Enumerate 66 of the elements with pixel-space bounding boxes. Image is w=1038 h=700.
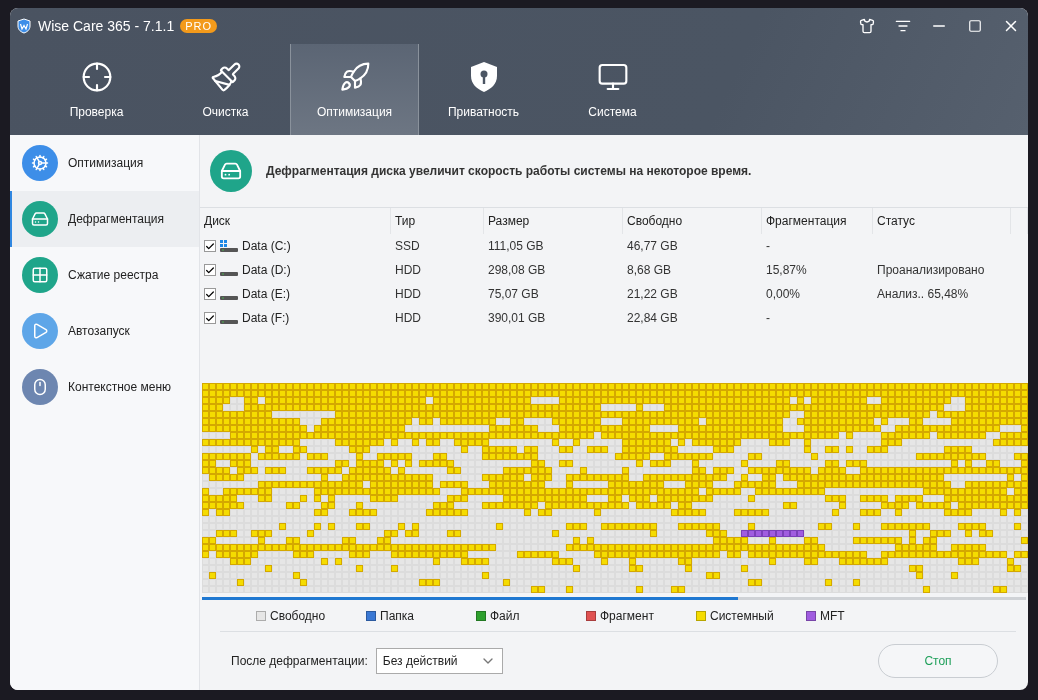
- sidebar-item[interactable]: Контекстное меню: [10, 359, 199, 415]
- brush-icon: [209, 60, 242, 93]
- legend-label: Папка: [380, 609, 414, 623]
- table-cell-text: 390,01 GB: [487, 310, 547, 327]
- column-header[interactable]: Тир: [391, 208, 484, 234]
- drive-icon: [210, 150, 252, 192]
- checkbox[interactable]: [204, 264, 216, 276]
- legend-label: Свободно: [270, 609, 326, 623]
- sidebar-item[interactable]: Сжатие реестра: [10, 247, 199, 303]
- checkbox[interactable]: [204, 312, 216, 324]
- drive-icon: [22, 201, 58, 237]
- legend-label: Фрагмент: [600, 609, 654, 623]
- column-header[interactable]: Размер: [484, 208, 623, 234]
- banner-text: Дефрагментация диска увеличит скорость работы системы на некоторое время.: [266, 164, 752, 178]
- table-cell: Data (C:): [242, 239, 291, 253]
- table-cell: Data (E:): [242, 287, 290, 301]
- checkbox[interactable]: [204, 240, 216, 252]
- table-cell: Data (D:): [242, 263, 291, 277]
- window-title: Wise Care 365 - 7.1.1: [38, 18, 175, 34]
- table-cell-text: Проанализировано: [876, 262, 986, 279]
- app-logo-icon: [16, 18, 32, 34]
- table-cell: Data (F:): [242, 311, 290, 325]
- column-header[interactable]: Фрагментация: [762, 208, 873, 234]
- shirt-icon[interactable]: [858, 17, 876, 35]
- nav-tab[interactable]: Приватность: [419, 44, 548, 135]
- table-cell-text: 15,87%: [765, 262, 808, 279]
- legend-label: MFT: [820, 609, 845, 623]
- play-icon: [22, 313, 58, 349]
- maximize-icon[interactable]: [966, 17, 984, 35]
- nav-tab[interactable]: Очистка: [161, 44, 290, 135]
- table-cell-text: HDD: [394, 286, 422, 303]
- checkbox[interactable]: [204, 288, 216, 300]
- sidebar-item[interactable]: Дефрагментация: [10, 191, 199, 247]
- gear-icon: [22, 145, 58, 181]
- nav-tab[interactable]: Проверка: [32, 44, 161, 135]
- shield-icon: [468, 60, 499, 93]
- table-cell-text: 22,84 GB: [626, 310, 679, 327]
- table-cell-text: SSD: [394, 238, 421, 255]
- table-cell-text: 75,07 GB: [487, 286, 540, 303]
- column-header[interactable]: Диск: [200, 208, 391, 234]
- after-defrag-label: После дефрагментации:: [231, 654, 368, 668]
- table-cell-text: Анализ.. 65,48%: [876, 286, 970, 303]
- table-cell-text: HDD: [394, 310, 422, 327]
- table-cell-text: HDD: [394, 262, 422, 279]
- table-cell-text: 111,05 GB: [487, 238, 545, 255]
- table-cell-text: 298,08 GB: [487, 262, 547, 279]
- legend-label: Системный: [710, 609, 774, 623]
- column-header[interactable]: Статус: [873, 208, 1011, 234]
- sidebar-item[interactable]: Оптимизация: [10, 135, 199, 191]
- legend-label: Файл: [490, 609, 520, 623]
- column-header[interactable]: Свободно: [623, 208, 762, 234]
- table-cell-text: 8,68 GB: [626, 262, 673, 279]
- crosshair-icon: [80, 60, 113, 93]
- rocket-icon: [338, 60, 371, 93]
- table-cell-text: 21,22 GB: [626, 286, 679, 303]
- drive-icon: [220, 248, 238, 252]
- table-cell-text: 46,77 GB: [626, 238, 679, 255]
- after-defrag-dropdown[interactable]: Без действий: [375, 648, 503, 674]
- table-cell-text: 0,00%: [765, 286, 802, 303]
- nav-tab[interactable]: Оптимизация: [290, 44, 419, 135]
- nav-tab[interactable]: Система: [548, 44, 677, 135]
- sidebar-item[interactable]: Автозапуск: [10, 303, 199, 359]
- table-cell-text: -: [765, 238, 771, 255]
- table-cell-text: -: [765, 310, 771, 327]
- mouse-icon: [22, 369, 58, 405]
- pro-badge: PRO: [180, 19, 217, 33]
